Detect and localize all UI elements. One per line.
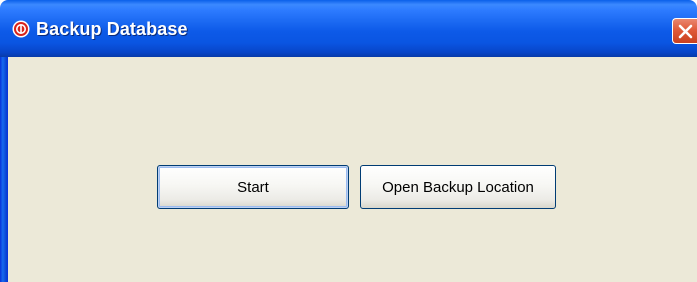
start-button[interactable]: Start <box>157 165 349 209</box>
close-button[interactable] <box>672 18 697 44</box>
open-backup-location-button[interactable]: Open Backup Location <box>360 165 556 209</box>
window-title: Backup Database <box>36 19 188 39</box>
window-left-border <box>0 57 8 282</box>
app-record-icon[interactable] <box>12 20 30 38</box>
title-bar[interactable]: Backup Database <box>0 0 697 57</box>
backup-database-window: Backup Database Start Open Backup Locati… <box>0 0 697 282</box>
